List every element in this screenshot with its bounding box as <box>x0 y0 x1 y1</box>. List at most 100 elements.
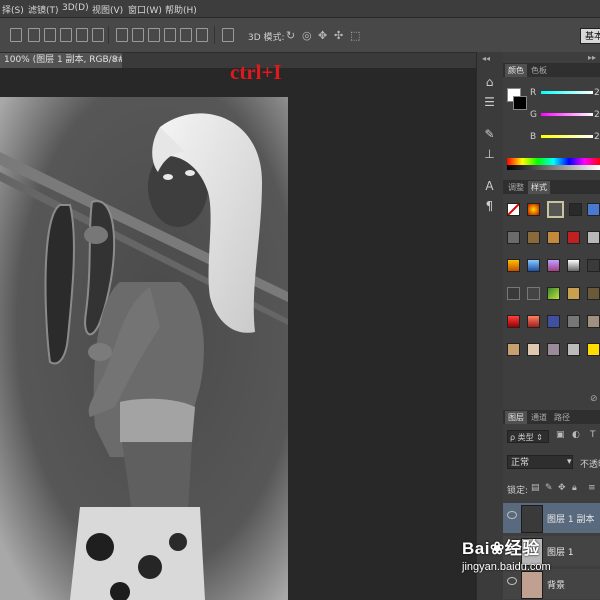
distribute-hcenter-icon[interactable] <box>180 28 192 42</box>
style-swatch[interactable] <box>527 203 540 216</box>
roll-3d-icon[interactable]: ◎ <box>302 29 312 42</box>
style-swatch[interactable] <box>567 343 580 356</box>
style-swatch[interactable] <box>587 315 600 328</box>
inverted-photo[interactable] <box>0 97 288 600</box>
style-swatch[interactable] <box>569 203 582 216</box>
layer-filter-select[interactable]: ρ 类型 ⇕ <box>507 430 549 443</box>
auto-align-icon[interactable] <box>222 28 234 42</box>
align-right-icon[interactable] <box>92 28 104 42</box>
channel-g-value[interactable]: 2 <box>594 110 600 120</box>
style-swatch[interactable] <box>527 231 540 244</box>
expand-icon[interactable]: ▸▸ <box>588 53 596 62</box>
style-swatch[interactable] <box>507 343 520 356</box>
lock-all-icon[interactable]: 🔒︎ <box>572 483 577 493</box>
distribute-right-icon[interactable] <box>196 28 208 42</box>
tab-swatches[interactable]: 色板 <box>528 64 550 77</box>
style-swatch[interactable] <box>587 231 600 244</box>
style-swatch[interactable] <box>507 231 520 244</box>
style-swatch[interactable] <box>587 203 600 216</box>
color-spectrum[interactable] <box>507 158 600 170</box>
adjust-icon[interactable]: ☰ <box>483 96 496 109</box>
style-swatch[interactable] <box>547 287 560 300</box>
menu-help[interactable]: 帮助(H) <box>165 3 197 16</box>
style-swatch[interactable] <box>587 287 600 300</box>
layers-panel-tabs: 图层 通道 路径 <box>503 410 600 424</box>
style-swatch[interactable] <box>547 343 560 356</box>
tab-adjustments[interactable]: 调整 <box>505 181 527 194</box>
style-swatch[interactable] <box>507 259 520 272</box>
style-swatch[interactable] <box>527 315 540 328</box>
eye-icon[interactable] <box>507 577 517 585</box>
style-swatch[interactable] <box>567 287 580 300</box>
menu-filter[interactable]: 滤镜(T) <box>28 3 59 16</box>
distribute-top-icon[interactable] <box>116 28 128 42</box>
filter-adjust-icon[interactable]: ◐ <box>572 430 580 440</box>
workspace-button[interactable]: 基本 <box>580 28 600 44</box>
style-swatch[interactable] <box>527 343 540 356</box>
style-swatch[interactable] <box>567 315 580 328</box>
style-swatch[interactable] <box>547 315 560 328</box>
drag-3d-icon[interactable]: ✥ <box>318 29 327 42</box>
distribute-bottom-icon[interactable] <box>148 28 160 42</box>
style-swatch[interactable] <box>567 259 580 272</box>
style-swatch-selected[interactable] <box>547 201 564 218</box>
distribute-left-icon[interactable] <box>164 28 176 42</box>
close-icon[interactable]: × <box>111 53 119 68</box>
rotate-3d-icon[interactable]: ↻ <box>286 29 295 42</box>
menu-window[interactable]: 窗口(W) <box>128 3 162 16</box>
background-color-swatch[interactable] <box>513 96 527 110</box>
clone-stamp-icon[interactable]: ⊥ <box>483 148 496 161</box>
opacity-label: 不透明 <box>580 460 600 470</box>
options-bar: 3D 模式: ↻ ◎ ✥ ✣ ⬚ <box>0 18 600 53</box>
layer-row-selected[interactable]: 图层 1 副本 <box>503 503 600 533</box>
style-swatch[interactable] <box>507 203 520 216</box>
style-swatch[interactable] <box>527 287 540 300</box>
lock-brush-icon[interactable]: ✎ <box>545 483 553 493</box>
document-tab[interactable]: 100% (图层 1 副本, RGB/8#) * × <box>0 53 122 68</box>
align-top-icon[interactable] <box>10 28 22 42</box>
tab-channels[interactable]: 通道 <box>528 411 550 424</box>
menu-view[interactable]: 视图(V) <box>92 3 123 16</box>
style-swatch[interactable] <box>507 287 520 300</box>
collapse-icon[interactable]: ◂◂ <box>482 54 490 63</box>
channel-b-slider[interactable] <box>541 135 593 138</box>
menu-select[interactable]: 择(S) <box>2 3 24 16</box>
text-icon[interactable]: A <box>483 180 496 193</box>
scale-3d-icon[interactable]: ⬚ <box>350 29 360 42</box>
channel-r-slider[interactable] <box>541 91 593 94</box>
style-swatches-grid <box>503 195 600 375</box>
clear-style-icon[interactable]: ⊘ <box>590 394 598 404</box>
style-swatch[interactable] <box>587 343 600 356</box>
menu-3d[interactable]: 3D(D) <box>62 3 89 13</box>
style-swatch[interactable] <box>507 315 520 328</box>
filter-text-icon[interactable]: T <box>590 430 596 440</box>
style-swatch[interactable] <box>587 259 600 272</box>
style-swatch[interactable] <box>547 259 560 272</box>
lock-pixels-icon[interactable]: ▤ <box>531 483 540 493</box>
filter-image-icon[interactable]: ▣ <box>556 430 565 440</box>
channel-r-value[interactable]: 2 <box>594 88 600 98</box>
paragraph-icon[interactable]: ¶ <box>483 200 496 213</box>
channel-b-value[interactable]: 2 <box>594 132 600 142</box>
channel-g-slider[interactable] <box>541 113 593 116</box>
eye-icon[interactable] <box>507 511 517 519</box>
align-vcenter-icon[interactable] <box>28 28 40 42</box>
tab-layers[interactable]: 图层 <box>505 411 527 424</box>
layer-row[interactable]: 背景 <box>503 569 600 599</box>
style-swatch[interactable] <box>527 259 540 272</box>
blend-mode-select[interactable]: 正常 <box>507 455 573 469</box>
align-bottom-icon[interactable] <box>44 28 56 42</box>
brush-icon[interactable]: ✎ <box>483 128 496 141</box>
tab-color[interactable]: 颜色 <box>505 64 527 77</box>
tab-styles[interactable]: 样式 <box>528 181 550 194</box>
align-hcenter-icon[interactable] <box>76 28 88 42</box>
lock-position-icon[interactable]: ✥ <box>558 483 566 493</box>
watermark: Bai❀经验 jingyan.baidu.com <box>462 534 551 573</box>
palette-icon[interactable]: ⌂ <box>483 76 496 89</box>
slide-3d-icon[interactable]: ✣ <box>334 29 343 42</box>
tab-paths[interactable]: 路径 <box>551 411 573 424</box>
style-swatch[interactable] <box>567 231 580 244</box>
distribute-vcenter-icon[interactable] <box>132 28 144 42</box>
align-left-icon[interactable] <box>60 28 72 42</box>
style-swatch[interactable] <box>547 231 560 244</box>
